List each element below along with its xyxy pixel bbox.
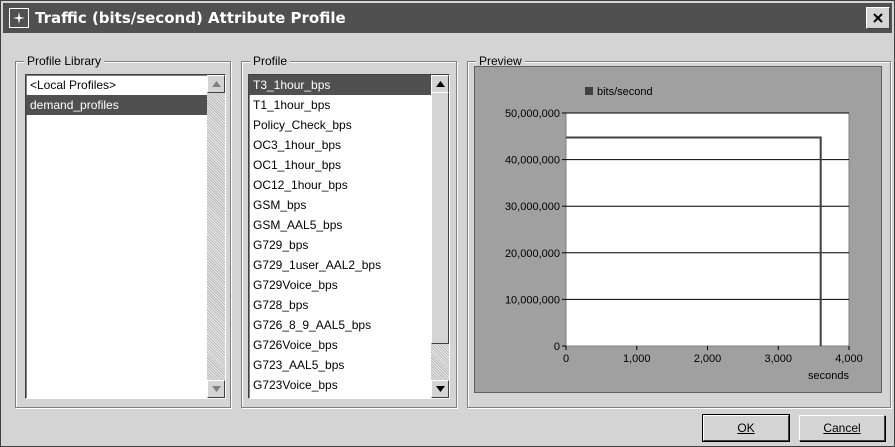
profile-item[interactable]: GSM_AAL5_bps [249,215,449,235]
profile-item[interactable]: G729Voice_bps [249,275,449,295]
ok-button-label: OK [737,421,755,435]
scroll-up-button[interactable] [207,75,225,93]
profile-library-scrollbar[interactable] [207,75,225,398]
arrow-up-icon [435,81,445,87]
window-title: Traffic (bits/second) Attribute Profile [35,9,346,27]
ok-button[interactable]: OK [702,414,790,442]
arrow-down-icon [435,386,445,392]
preview-chart-frame: 0 10,000,000 20,000,000 30,000,000 40,000,00… [474,66,882,393]
profile-label: Profile [250,54,291,68]
profile-scrollbar[interactable] [431,75,449,398]
dialog-window: Traffic (bits/second) Attribute Profile … [0,0,895,447]
profile-item[interactable]: G723_AAL5_bps [249,355,449,375]
scroll-down-button[interactable] [207,380,225,398]
legend-label: bits/second [597,86,653,98]
y-tick-label: 30,000,000 [505,201,560,213]
scroll-thumb[interactable] [431,92,449,344]
x-tick-label: 3,000 [764,353,792,365]
y-tick-label: 0 [554,341,560,353]
y-tick-label: 20,000,000 [505,248,560,260]
profile-item[interactable]: OC12_1hour_bps [249,175,449,195]
cancel-button-label: Cancel [823,421,861,435]
cancel-button[interactable]: Cancel [799,415,885,441]
app-star-icon [9,8,29,28]
profile-item[interactable]: G729_bps [249,235,449,255]
profile-item[interactable]: Policy_Check_bps [249,115,449,135]
plot-area [565,112,850,347]
y-tick-label: 40,000,000 [505,155,560,167]
profile-item[interactable]: G723Voice_bps [249,375,449,395]
profile-library-item[interactable]: demand_profiles [26,95,225,115]
arrow-up-icon [211,81,221,87]
x-axis-label: seconds [808,370,849,382]
scroll-down-button[interactable] [431,380,449,398]
profile-item[interactable]: GSM_bps [249,195,449,215]
legend-swatch [585,87,593,95]
close-icon [873,13,883,23]
y-tick-label: 10,000,000 [505,294,560,306]
profile-item[interactable]: T1_1hour_bps [249,95,449,115]
profile-item[interactable]: OC1_1hour_bps [249,155,449,175]
profile-library-item[interactable]: <Local Profiles> [26,75,225,95]
profile-item[interactable]: OC3_1hour_bps [249,135,449,155]
title-bar[interactable]: Traffic (bits/second) Attribute Profile [3,3,892,33]
y-tick-label: 50,000,000 [505,108,560,120]
preview-chart: 0 10,000,000 20,000,000 30,000,000 40,000,00… [505,86,863,382]
x-tick-label: 1,000 [623,353,651,365]
profile-item[interactable]: T3_1hour_bps [249,75,449,95]
profile-item[interactable]: G726_8_9_AAL5_bps [249,315,449,335]
x-tick-label: 0 [563,353,569,365]
scroll-up-button[interactable] [431,75,449,93]
profile-list[interactable]: T3_1hour_bps T1_1hour_bps Policy_Check_bps… [248,74,450,399]
profile-item[interactable]: G726Voice_bps [249,335,449,355]
x-tick-label: 2,000 [694,353,722,365]
profile-item[interactable]: G728_bps [249,295,449,315]
x-tick-label: 4,000 [835,353,863,365]
profile-item[interactable]: G729_1user_AAL2_bps [249,255,449,275]
arrow-down-icon [211,386,221,392]
profile-library-label: Profile Library [24,54,105,68]
close-button[interactable] [866,7,890,29]
profile-library-list[interactable]: <Local Profiles> demand_profiles [25,74,226,399]
